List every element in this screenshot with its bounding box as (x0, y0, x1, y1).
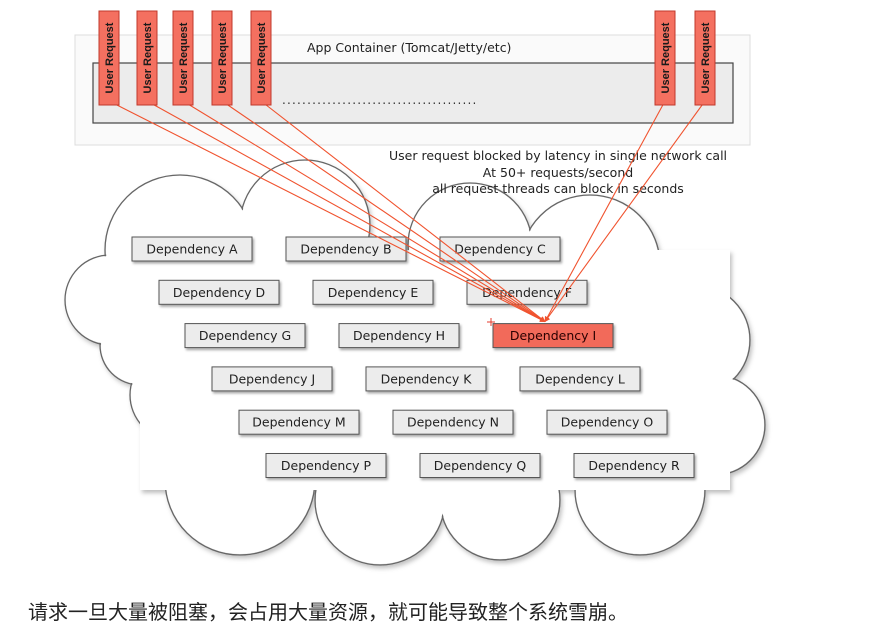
diagram-stage: App Container (Tomcat/Jetty/etc) .......… (0, 0, 875, 637)
note-line-2: At 50+ requests/second (483, 165, 633, 180)
dependency-label: Dependency B (300, 242, 391, 257)
dependency-box: Dependency F (466, 279, 588, 305)
dependency-box: Dependency R (573, 453, 695, 478)
dependency-box: Dependency H (338, 323, 460, 349)
note-line-3: all request threads can block in seconds (432, 181, 684, 196)
dependency-box: Dependency N (392, 409, 514, 435)
dependency-label: Dependency O (561, 415, 654, 430)
dependency-box: Dependency E (312, 279, 434, 305)
user-request-thread: User Request (98, 10, 120, 106)
dependency-label: Dependency R (588, 458, 680, 473)
dependency-box: Dependency M (238, 409, 360, 435)
dependency-label: Dependency D (173, 285, 265, 300)
user-request-label: User Request (256, 22, 268, 93)
user-request-thread: User Request (211, 10, 233, 106)
dependency-box: Dependency G (184, 323, 306, 349)
dependency-box: Dependency K (365, 366, 487, 392)
note-line-1: User request blocked by latency in singl… (389, 148, 727, 163)
dependency-box: Dependency P (265, 453, 387, 478)
app-container-title: App Container (Tomcat/Jetty/etc) (307, 40, 511, 55)
caption-text: 请求一旦大量被阻塞，会占用大量资源，就可能导致整个系统雪崩。 (28, 600, 628, 624)
dependency-box: Dependency C (439, 236, 561, 262)
user-request-thread: User Request (172, 10, 194, 106)
dependency-label: Dependency K (381, 371, 473, 386)
dependency-label: Dependency I (510, 328, 596, 343)
dependency-label: Dependency E (328, 285, 419, 300)
dependency-label: Dependency A (146, 242, 238, 257)
dependency-box: Dependency J (211, 366, 333, 392)
dependency-label: Dependency N (407, 415, 499, 430)
dependency-label: Dependency C (454, 242, 546, 257)
user-request-thread: User Request (136, 10, 158, 106)
dependency-label: Dependency M (252, 415, 345, 430)
dependency-label: Dependency Q (434, 458, 527, 473)
hystrix-avalanche-diagram: App Container (Tomcat/Jetty/etc) .......… (64, 10, 766, 566)
dependency-label: Dependency J (229, 371, 315, 386)
user-request-label: User Request (104, 22, 116, 93)
dependency-label: Dependency H (353, 328, 445, 343)
user-request-label: User Request (142, 22, 154, 93)
dependency-box: Dependency Q (419, 453, 541, 478)
dependency-box: Dependency D (158, 279, 280, 305)
dependency-label: Dependency G (199, 328, 291, 343)
user-request-thread: User Request (250, 10, 272, 106)
dependency-box-blocked: Dependency I (492, 323, 614, 349)
dependency-label: Dependency P (281, 458, 372, 473)
user-request-thread: User Request (654, 10, 676, 106)
user-request-label: User Request (660, 22, 672, 93)
dependency-box: Dependency B (285, 236, 407, 262)
user-request-label: User Request (700, 22, 712, 93)
user-request-label: User Request (217, 22, 229, 93)
user-request-label: User Request (178, 22, 190, 93)
dependency-box: Dependency L (519, 366, 641, 392)
dependency-box: Dependency A (131, 236, 253, 262)
container-ellipsis: ....................................... (282, 93, 478, 107)
dependency-box: Dependency O (546, 409, 668, 435)
latency-notes: User request blocked by latency in singl… (389, 148, 727, 196)
user-request-thread: User Request (694, 10, 716, 106)
dependency-label: Dependency L (535, 371, 625, 386)
